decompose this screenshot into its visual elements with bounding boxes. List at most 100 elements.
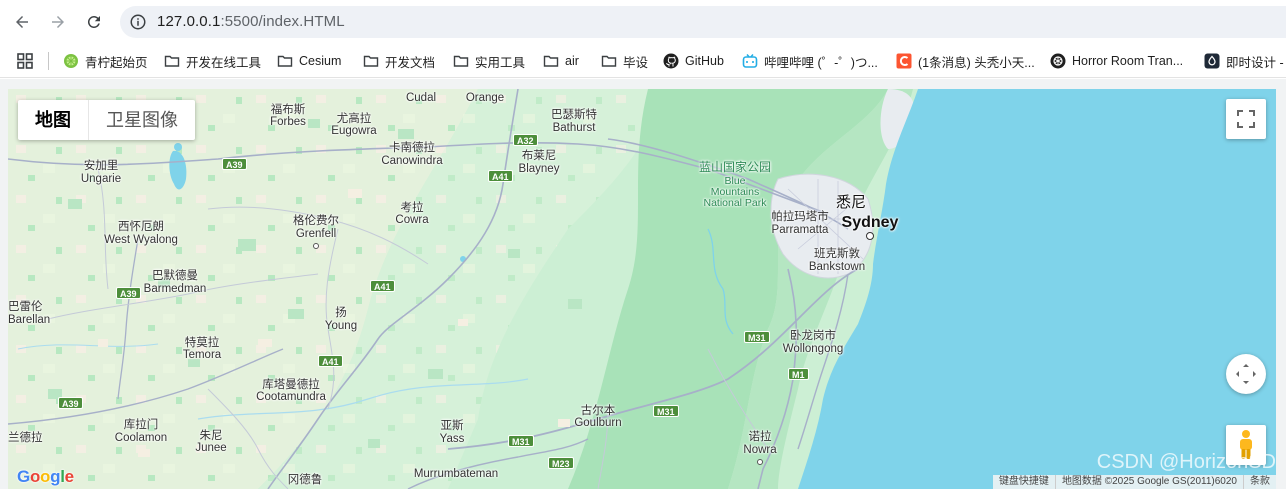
bookmarks-divider [48, 52, 49, 70]
url-host: 127.0.0.1 [157, 13, 221, 30]
reload-button[interactable] [80, 8, 108, 36]
keyboard-shortcuts-link[interactable]: 键盘快捷键 [993, 475, 1055, 489]
city-label: Murrumbateman [413, 468, 499, 480]
city-label: West Wyalong [104, 234, 178, 246]
forward-button[interactable] [44, 8, 72, 36]
city-label: Goulburn [574, 417, 622, 429]
city-label: Cootamundra [256, 391, 326, 403]
url-text: 127.0.0.1:5500/index.HTML [157, 13, 345, 30]
city-label: Young [324, 320, 358, 332]
bookmark-qingning[interactable]: 青柠起始页 [63, 51, 148, 71]
city-label: 诺拉 [748, 431, 772, 443]
apps-grid-icon[interactable] [17, 53, 33, 69]
fullscreen-button[interactable] [1226, 99, 1266, 139]
city-label: Grenfell [295, 228, 337, 240]
bookmark-bilibili[interactable]: 哔哩哔哩 (゜-゜)つ... [742, 51, 878, 71]
jsdesign-icon [1204, 53, 1220, 69]
folder-icon [277, 53, 293, 69]
bookmark-horror-room[interactable]: Horror Room Tran... [1050, 51, 1183, 71]
folder-icon [601, 53, 617, 69]
folder-icon [363, 53, 379, 69]
city-label: Bankstown [808, 261, 866, 273]
move-arrows-icon [1236, 364, 1256, 384]
bookmark-folder-bishe[interactable]: 毕设 [601, 51, 648, 71]
city-label: Barellan [8, 314, 51, 326]
bookmark-folder-utilities[interactable]: 实用工具 [453, 51, 525, 71]
bookmark-folder-cesium[interactable]: Cesium [277, 51, 341, 71]
park-label: 蓝山国家公园 [698, 160, 772, 174]
bookmark-label: 实用工具 [475, 55, 526, 70]
folder-icon [164, 53, 180, 69]
google-logo[interactable]: Google [17, 467, 74, 487]
city-label: Coolamon [114, 432, 168, 444]
openai-icon [1050, 53, 1066, 69]
city-label: Sydney [841, 214, 899, 231]
google-logo-letter: G [17, 467, 30, 486]
city-label: 格伦费尔 [293, 215, 339, 227]
arrow-left-icon [16, 16, 28, 28]
city-dot [757, 459, 763, 465]
map-type-roadmap-button[interactable]: 地图 [18, 100, 88, 140]
camera-control-button[interactable] [1226, 354, 1266, 394]
bookmark-label: 即时设计 - [1226, 55, 1284, 70]
bookmark-js-design[interactable]: 即时设计 - [1204, 51, 1284, 71]
city-label: Orange [465, 92, 505, 104]
city-label: 西怀厄朗 [118, 221, 164, 233]
folder-icon [543, 53, 559, 69]
road-shield: M23 [548, 457, 574, 469]
map-type-satellite-button[interactable]: 卫星图像 [89, 100, 195, 140]
city-label: Yass [439, 433, 465, 445]
bilibili-icon [742, 53, 758, 69]
city-label: Forbes [270, 116, 306, 128]
city-label: Nowra [743, 444, 777, 456]
google-logo-letter: o [40, 467, 51, 486]
city-label: Barmedman [143, 283, 207, 295]
city-label: Bathurst [552, 122, 596, 134]
map-attribution: 键盘快捷键 地图数据 ©2025 Google GS(2011)6020 条款 [992, 475, 1276, 489]
bookmark-label: air [565, 54, 579, 68]
bookmark-github[interactable]: GitHub [663, 51, 724, 71]
city-dot [866, 232, 874, 240]
city-label: 亚斯 [440, 420, 464, 432]
bookmark-folder-dev-docs[interactable]: 开发文档 [363, 51, 435, 71]
city-label: 冈德鲁 [287, 474, 323, 486]
google-logo-letter: e [64, 467, 74, 486]
city-label: 安加里 [83, 160, 119, 172]
city-label: 巴默德曼 [152, 270, 198, 282]
github-icon [663, 53, 679, 69]
csdn-watermark: CSDN @HorizonSD [1096, 451, 1276, 473]
terms-link[interactable]: 条款 [1243, 475, 1276, 489]
bookmark-label: Horror Room Tran... [1072, 54, 1184, 68]
city-label: 布莱尼 [521, 150, 557, 162]
city-label: Parramatta [771, 224, 829, 236]
bookmark-label: GitHub [685, 54, 724, 68]
road-shield: A39 [222, 158, 247, 170]
city-label: 扬 [335, 307, 347, 319]
city-label: 巴瑟斯特 [551, 109, 597, 121]
address-bar[interactable]: 127.0.0.1:5500/index.HTML [120, 6, 1286, 38]
url-path: :5500/index.HTML [220, 13, 345, 30]
lime-icon [63, 53, 79, 69]
park-label-en: National Park [703, 197, 767, 209]
road-shield: A41 [318, 355, 343, 367]
bookmark-csdn[interactable]: (1条消息) 头秃小天... [896, 51, 1035, 71]
bookmark-label: 青柠起始页 [85, 55, 148, 70]
bookmark-label: 开发在线工具 [186, 55, 262, 70]
map-data-credit: 地图数据 ©2025 Google GS(2011)6020 [1054, 475, 1243, 489]
google-map[interactable]: A39 A32 A41 A41 A39 A41 A39 M31 M31 M31 … [8, 89, 1276, 489]
bookmark-label: Cesium [299, 54, 342, 68]
city-label: 悉尼 [835, 194, 867, 211]
info-icon[interactable] [129, 13, 147, 31]
back-button[interactable] [8, 8, 36, 36]
road-shield: M31 [508, 435, 534, 447]
google-logo-letter: o [29, 467, 41, 486]
arrow-right-icon [52, 16, 64, 28]
fullscreen-icon [1237, 110, 1255, 128]
bookmark-folder-air[interactable]: air [543, 51, 579, 71]
city-label: 巴雷伦 [8, 301, 43, 313]
bookmark-folder-dev-tools[interactable]: 开发在线工具 [164, 51, 261, 71]
road-shield: A41 [370, 280, 395, 292]
bookmark-label: 毕设 [623, 55, 649, 70]
road-shield: M31 [744, 331, 770, 343]
bookmarks-bar: 青柠起始页 开发在线工具 Cesium 开发文档 实用工具 air 毕设 Git… [0, 44, 1286, 78]
